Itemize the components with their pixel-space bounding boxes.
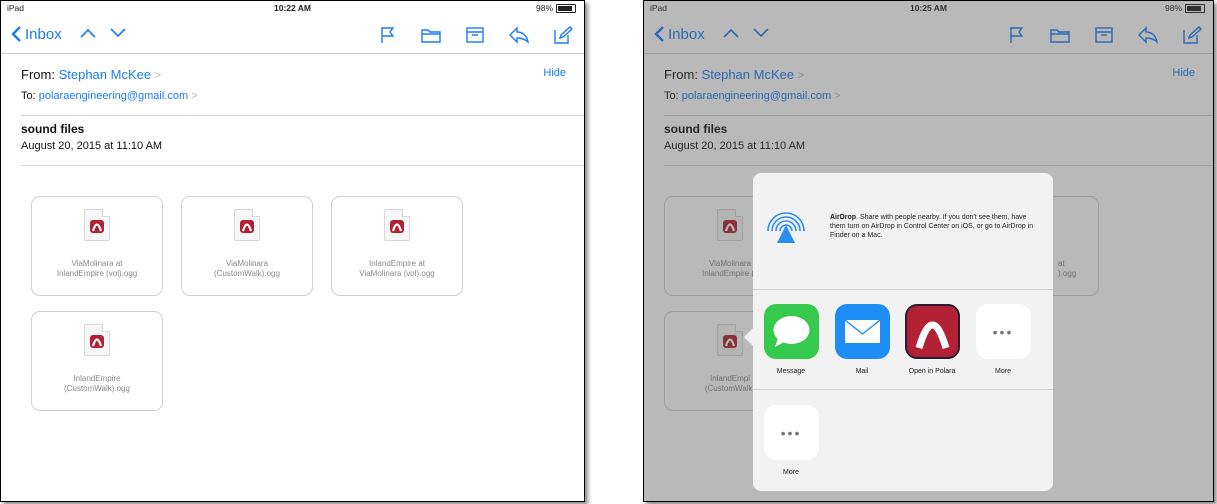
subject: sound files <box>21 122 85 136</box>
message-header: From: Stephan McKee > To: polaraengineeri… <box>21 57 572 102</box>
right-screenshot: iPad 10:25 AM 98% Inbox From: Stephan Mc… <box>643 0 1214 502</box>
divider <box>753 389 1053 390</box>
mail-toolbar: Inbox <box>1 17 584 54</box>
polara-icon <box>90 335 104 348</box>
chevron-up-icon[interactable] <box>79 26 97 40</box>
left-screenshot: iPad 10:22 AM 98% Inbox From: Stephan Mc… <box>0 0 585 502</box>
attachment-tile[interactable]: InlandEmpire (CustomWalk).ogg <box>31 311 163 411</box>
file-icon <box>384 209 410 241</box>
airdrop-icon[interactable] <box>763 201 809 247</box>
inbox-back-button[interactable]: Inbox <box>11 25 62 43</box>
share-more-apps[interactable]: ••• More <box>974 304 1032 375</box>
attachment-name: (CustomWalk).ogg <box>64 384 130 393</box>
airdrop-description: AirDrop. Share with people nearby. If yo… <box>830 213 1042 240</box>
share-open-in-polara[interactable]: Open in Polara <box>903 304 961 375</box>
polara-icon <box>90 220 104 233</box>
airdrop-text: . Share with people nearby. If you don't… <box>830 214 1034 239</box>
share-more-actions[interactable]: ••• More <box>762 405 820 476</box>
recipient-address[interactable]: polaraengineering@gmail.com <box>39 90 188 102</box>
file-icon <box>84 209 110 241</box>
attachment-tile[interactable]: ViaMolinara (CustomWalk).ogg <box>181 196 313 296</box>
attachment-name: ViaMolinara at <box>71 259 123 268</box>
more-icon: ••• <box>763 405 819 460</box>
file-icon <box>84 324 110 356</box>
share-label: Mail <box>855 368 869 375</box>
message-icon <box>763 304 819 359</box>
share-label: Message <box>776 368 806 375</box>
attachment-name: (CustomWalk).ogg <box>214 269 280 278</box>
flag-icon[interactable] <box>376 25 398 45</box>
attachment-name: ViaMolinara <box>225 259 269 268</box>
chevron-left-icon <box>11 26 21 42</box>
reply-icon[interactable] <box>508 25 530 45</box>
battery-percent: 98% <box>535 3 553 13</box>
share-label: Open in Polara <box>908 368 956 375</box>
share-label: More <box>783 469 799 476</box>
mail-icon <box>834 304 890 359</box>
inbox-label: Inbox <box>25 25 62 43</box>
divider <box>21 165 584 166</box>
file-icon <box>234 209 260 241</box>
attachment-name: ViaMolinara (vol).ogg <box>359 269 435 278</box>
attachment-name: InlandEmpire at <box>368 259 426 268</box>
share-message[interactable]: Message <box>762 304 820 375</box>
clock: 10:22 AM <box>273 3 311 13</box>
attachment-name: InlandEmpire (vol).ogg <box>56 269 138 278</box>
share-sheet: AirDrop. Share with people nearby. If yo… <box>753 173 1053 491</box>
from-label: From: <box>21 67 55 82</box>
sender-name[interactable]: Stephan McKee <box>59 67 152 82</box>
chevron-right-icon: > <box>154 68 162 82</box>
more-icon: ••• <box>975 304 1031 359</box>
attachment-tile[interactable]: ViaMolinara at InlandEmpire (vol).ogg <box>31 196 163 296</box>
compose-icon[interactable] <box>552 25 574 45</box>
airdrop-title: AirDrop <box>830 214 857 221</box>
battery-icon <box>556 3 576 13</box>
attachment-name: InlandEmpire <box>73 374 121 383</box>
folder-icon[interactable] <box>420 25 442 45</box>
chevron-right-icon: > <box>191 90 198 102</box>
polara-icon <box>240 220 254 233</box>
hide-button[interactable]: Hide <box>543 67 566 79</box>
to-label: To: <box>21 90 36 102</box>
message-date: August 20, 2015 at 11:10 AM <box>21 140 163 152</box>
status-bar: iPad 10:22 AM 98% <box>1 1 584 15</box>
attachment-tile[interactable]: InlandEmpire at ViaMolinara (vol).ogg <box>331 196 463 296</box>
chevron-down-icon[interactable] <box>109 26 127 40</box>
divider <box>21 115 584 116</box>
polara-icon <box>904 304 960 359</box>
archive-icon[interactable] <box>464 25 486 45</box>
divider <box>753 289 1053 290</box>
share-label: More <box>995 368 1011 375</box>
share-mail[interactable]: Mail <box>833 304 891 375</box>
polara-icon <box>390 220 404 233</box>
